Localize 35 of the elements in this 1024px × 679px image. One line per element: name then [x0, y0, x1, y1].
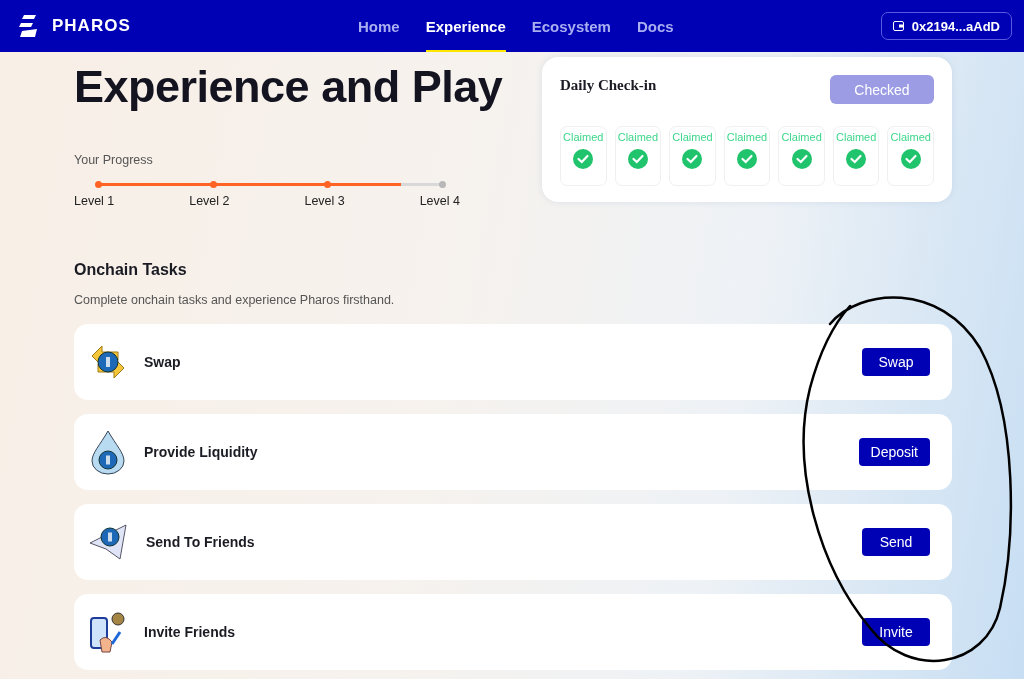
progress-label: Your Progress: [74, 153, 154, 167]
stacked-bars-logo-icon: [18, 15, 38, 37]
water-drop-coin-icon: [88, 429, 128, 475]
level-label: Level 1: [74, 194, 115, 208]
section-subtitle: Complete onchain tasks and experience Pharos firsthand.: [74, 293, 396, 307]
day-status: Claimed: [563, 131, 604, 143]
level-label: Level 2: [189, 194, 230, 208]
day-status: Claimed: [726, 131, 768, 143]
task-name: Invite Friends: [144, 624, 237, 640]
task-name: Send To Friends: [146, 534, 256, 550]
task-button[interactable]: Swap: [862, 348, 930, 376]
task-button[interactable]: Deposit: [858, 438, 930, 466]
nav-link[interactable]: Experience: [425, 0, 506, 52]
nav-link[interactable]: Docs: [636, 0, 674, 52]
task-name: Provide Liquidity: [144, 444, 259, 460]
task-name: Swap: [144, 354, 182, 370]
day-status: Claimed: [617, 131, 659, 143]
task-button[interactable]: Send: [862, 528, 930, 556]
wallet-address-button[interactable]: 0x2194...aAdD: [880, 12, 1012, 40]
day-status: Claimed: [781, 131, 822, 143]
level-label: Level 3: [304, 194, 345, 208]
day-status: Claimed: [672, 131, 713, 143]
nav-link[interactable]: Ecosystem: [531, 0, 611, 52]
paper-plane-coin-icon: [88, 523, 130, 561]
brand-name: PHAROS: [52, 16, 131, 36]
phone-hand-invite-icon: [88, 610, 128, 654]
nav-link[interactable]: Home: [358, 0, 400, 52]
section-title: Onchain Tasks: [74, 261, 188, 279]
task-button[interactable]: Invite: [862, 618, 930, 646]
day-status: Claimed: [890, 131, 931, 143]
page-title: Experience and Play: [74, 61, 503, 113]
card-title: Daily Check-in: [560, 77, 657, 94]
wallet-icon: [892, 21, 904, 31]
day-status: Claimed: [836, 131, 877, 143]
level-label: Level 4: [419, 194, 460, 208]
